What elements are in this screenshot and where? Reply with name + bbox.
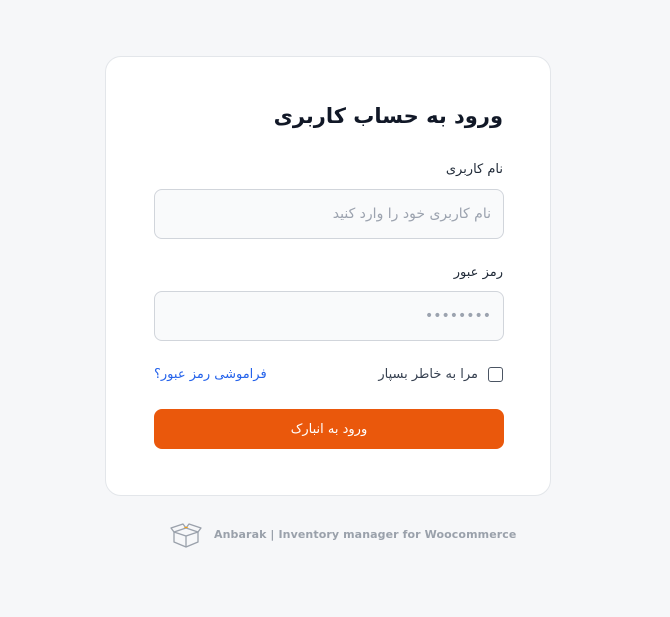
password-field[interactable] [154,291,504,341]
remember-label: مرا به خاطر بسپار [378,367,478,382]
username-label: نام کاربری [445,162,503,177]
password-label: رمز عبور [453,265,503,280]
username-field[interactable] [154,189,504,239]
footer-text: Anbarak | Inventory manager for Woocomme… [214,527,517,541]
login-card: ورود به حساب کاربری نام کاربری رمز عبور … [105,56,551,496]
remember-me[interactable]: مرا به خاطر بسپار [378,367,503,382]
remember-checkbox[interactable] [488,367,503,382]
login-button[interactable]: ورود به انبارک [154,409,504,449]
forgot-password-link[interactable]: فراموشی رمز عبور؟ [154,367,267,382]
page-title: ورود به حساب کاربری [273,104,503,128]
footer: Anbarak | Inventory manager for Woocomme… [170,519,516,549]
box-icon [170,523,202,548]
